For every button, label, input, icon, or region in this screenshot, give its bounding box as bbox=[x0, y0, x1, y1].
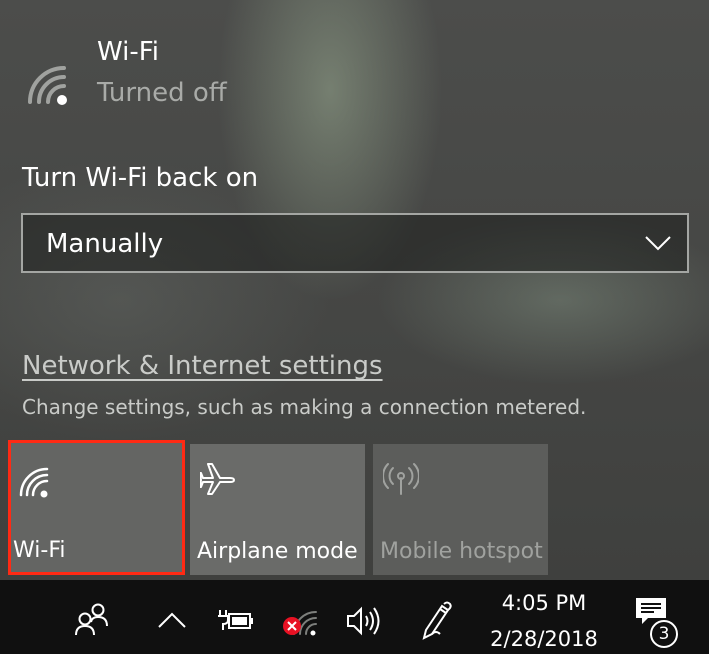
wifi-off-icon bbox=[28, 66, 67, 105]
wifi-tile-label: Wi-Fi bbox=[13, 538, 66, 563]
wifi-status: Turned off bbox=[97, 78, 227, 108]
wifi-toggle-tile[interactable]: Wi-Fi bbox=[8, 440, 185, 575]
airplane-icon bbox=[200, 463, 235, 495]
turn-wifi-on-dropdown[interactable]: Manually bbox=[21, 213, 689, 273]
wifi-title: Wi-Fi bbox=[97, 37, 160, 67]
network-settings-description: Change settings, such as making a connec… bbox=[22, 395, 587, 419]
chevron-down-icon bbox=[645, 236, 671, 251]
mobile-hotspot-tile[interactable]: Mobile hotspot bbox=[373, 444, 548, 575]
clock-time[interactable]: 4:05 PM bbox=[474, 589, 614, 617]
airplane-tile-label: Airplane mode bbox=[197, 539, 358, 564]
pen-icon[interactable] bbox=[418, 600, 454, 640]
network-disconnected-icon[interactable] bbox=[282, 606, 318, 638]
people-icon[interactable] bbox=[74, 602, 110, 636]
network-flyout: Wi-Fi Turned off Turn Wi-Fi back on Manu… bbox=[0, 0, 709, 580]
volume-icon[interactable] bbox=[346, 606, 382, 636]
notification-count-badge: 3 bbox=[650, 620, 678, 648]
taskbar: 4:05 PM 2/28/2018 3 bbox=[0, 580, 709, 654]
wifi-icon bbox=[19, 467, 49, 498]
hotspot-icon bbox=[383, 463, 419, 495]
battery-charging-icon[interactable] bbox=[218, 604, 254, 636]
turn-wifi-on-label: Turn Wi-Fi back on bbox=[22, 163, 259, 193]
airplane-mode-tile[interactable]: Airplane mode bbox=[190, 444, 365, 575]
hotspot-tile-label: Mobile hotspot bbox=[380, 539, 543, 564]
dropdown-selected-value: Manually bbox=[46, 229, 164, 259]
chevron-up-icon[interactable] bbox=[158, 612, 186, 628]
clock-date[interactable]: 2/28/2018 bbox=[474, 625, 614, 653]
network-settings-link[interactable]: Network & Internet settings bbox=[22, 348, 383, 384]
